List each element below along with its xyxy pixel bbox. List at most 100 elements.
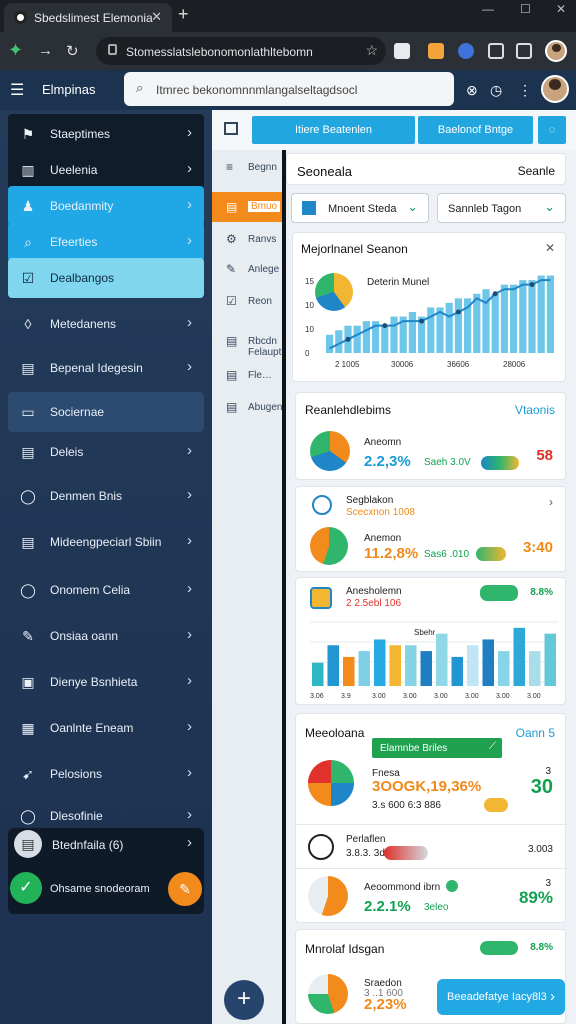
rail-item[interactable]: ≡ Begnn (212, 152, 282, 182)
section-link[interactable]: Vtaonis (515, 403, 555, 417)
bar (510, 284, 518, 353)
browser-tabbar: Sbedslimest Elemonia ✕ + — ☐ ✕ (0, 0, 576, 32)
bar (513, 627, 525, 686)
clock-icon[interactable]: ◷ (490, 82, 502, 99)
sidebar-item-dealbangos[interactable]: ☑ Dealbangos (8, 258, 204, 298)
sidebar-item-label: Onomem Celia (50, 583, 131, 597)
bar-chart: 3.06 3.9 3.00 3.00 3.00 3.00 3.00 3.00 (310, 621, 558, 700)
sidebar-item-onomem-celia[interactable]: ◯ Onomem Celia › (8, 570, 204, 610)
rail-item[interactable]: ✎ Anlege (212, 254, 282, 284)
browser-tab[interactable]: Sbedslimest Elemonia ✕ (4, 3, 172, 32)
profile-avatar[interactable] (545, 40, 567, 62)
sidebar-item-boedanmity[interactable]: ♟ Boedanmity › (8, 186, 204, 226)
chevron-right-icon: › (187, 196, 192, 213)
sidebar-item-bepenal-idegesin[interactable]: ▤ Bepenal Idegesin › (8, 348, 204, 388)
bar (498, 651, 510, 686)
section-card-2: Segblakon Scecxnon 1008 › Anemon 11.2,8%… (295, 486, 566, 572)
rail-item[interactable]: ▤ Rbcdn Felaupt (212, 326, 282, 358)
page-title: Seoneala (297, 164, 352, 179)
chevron-right-icon: › (187, 160, 192, 177)
layout-icon[interactable] (224, 122, 238, 135)
extension-icon[interactable] (428, 43, 444, 59)
rail-item[interactable]: ⚙ Ranvs (212, 224, 282, 254)
bookmark-star-icon[interactable]: ☆ (365, 42, 378, 59)
close-icon[interactable]: ✕ (545, 241, 555, 255)
section-link[interactable]: Oann 5 (516, 726, 555, 740)
new-tab-icon[interactable]: + (178, 4, 189, 25)
sidebar-item-onsiaa-oann[interactable]: ✎ Onsiaa oann › (8, 616, 204, 656)
row-sub: 3 ..1 600 (364, 988, 403, 999)
section-filter-pill[interactable]: Elamnbe Briles ⟋ (372, 738, 502, 758)
chevron-right-icon: › (187, 442, 192, 459)
line-point (492, 291, 498, 297)
chevron-right-icon[interactable]: › (549, 495, 553, 509)
sidebar-item-efeerties[interactable]: ⌕ Efeerties › (8, 222, 204, 262)
sidebar-item-label: Dienye Bsnhieta (50, 675, 138, 689)
row-percent: 11.2,8% (364, 545, 419, 562)
edit-icon[interactable]: ✎ (168, 872, 202, 906)
reload-icon[interactable]: ↻ (66, 42, 79, 60)
add-button[interactable]: + (224, 980, 264, 1020)
toast-button[interactable]: Beeadefatye Iacy8l3 › (437, 979, 565, 1015)
sidebar-item-staeptimes[interactable]: ⚑ Staeptimes › (8, 114, 204, 154)
trend-chart-card: Mejorlnanel Seanon ✕ Deterin Munel 15 10 1… (292, 232, 566, 382)
search-input[interactable]: ⌕ Itmrec bekonomnnmlangalseltagdsocl (124, 72, 454, 106)
toolbar-button-primary[interactable]: Itiere Beatenlen (252, 116, 415, 144)
more-icon[interactable]: ⋮ (518, 82, 532, 99)
sidebar-item-deleis[interactable]: ▤ Deleis › (8, 432, 204, 472)
sidebar-item-label: Boedanmity (50, 199, 114, 213)
address-bar[interactable]: Stomesslatslebonomonlathltebomn ☆ (96, 37, 386, 65)
section-badge: 8.8% (530, 942, 553, 953)
rail-item[interactable]: ▤ Fle… (212, 360, 282, 390)
page-link[interactable]: Seanle (518, 164, 555, 178)
user-avatar[interactable] (541, 75, 569, 103)
row-value: 30 (530, 776, 553, 798)
rail-item[interactable]: ☑ Reon (212, 286, 282, 316)
filter-select-1[interactable]: Mnoent Steda ⌄ (291, 193, 429, 223)
hamburger-menu-icon[interactable]: ☰ (10, 80, 24, 100)
sidebar-item-ueelenia[interactable]: ▥ Ueelenia › (8, 150, 204, 190)
x-tick-label: 3.00 (527, 693, 541, 700)
sidebar-item-mideengpeciarl-sbiin[interactable]: ▤ Mideengpeciarl Sbiin › (8, 522, 204, 562)
sidebar-item-dienye-bsnhieta[interactable]: ▣ Dienye Bsnhieta › (8, 662, 204, 702)
window-maximize-icon[interactable]: ☐ (520, 2, 531, 16)
window-close-icon[interactable]: ✕ (556, 2, 566, 16)
tab-close-icon[interactable]: ✕ (151, 9, 162, 25)
toolbar-button-secondary[interactable]: Baelonof Bntge (418, 116, 533, 144)
rail-item[interactable]: ▤ Abugen (212, 392, 282, 422)
chat-icon[interactable]: ◌ (538, 116, 566, 144)
section-title: Meeoloana (305, 726, 365, 740)
row-name: Anemon (364, 533, 402, 544)
bar (374, 639, 386, 686)
help-icon[interactable]: ⊗ (466, 82, 478, 99)
grid-icon: ▦ (21, 720, 35, 736)
sidebar-item-metedanens[interactable]: ◊ Metedanens › (8, 304, 204, 344)
sidebar-item-sociernae[interactable]: ▭ Sociernae (8, 392, 204, 432)
forward-icon[interactable]: → (38, 42, 53, 59)
chart2-title: Anesholemn (346, 586, 402, 597)
chevron-down-icon: ⌄ (544, 199, 555, 214)
row-name: Aeoommond ibrn (364, 882, 441, 893)
filter-select-2[interactable]: Sannleb Tagon ⌄ (437, 193, 566, 223)
check-circle-icon[interactable]: ✓ (10, 872, 42, 904)
bar (389, 645, 401, 686)
row-sub: 3eleo (424, 902, 449, 913)
extension-icon[interactable] (488, 43, 504, 59)
back-icon[interactable]: ✦ (8, 40, 23, 61)
window-minimize-icon[interactable]: — (482, 2, 494, 16)
line-point (529, 282, 535, 288)
extension-icon[interactable] (516, 43, 532, 59)
sidebar-item-oanlnte-eneam[interactable]: ▦ Oanlnte Eneam › (8, 708, 204, 748)
extension-icon[interactable] (458, 43, 474, 59)
sidebar-item-pelosions[interactable]: ➹ Pelosions › (8, 754, 204, 794)
chart-icon: ▥ (21, 162, 35, 178)
sidebar-item-footer-top[interactable]: ▤ Btednfaila (6) › (12, 824, 200, 864)
status-pill (476, 547, 506, 561)
bar (519, 280, 527, 353)
bar (381, 325, 389, 353)
sidebar-item-denmen-bnis[interactable]: ◯ Denmen Bnis › (8, 476, 204, 516)
extension-icon[interactable] (394, 43, 410, 59)
sidebar-item-label: Oanlnte Eneam (50, 721, 134, 735)
rail-item[interactable]: ▤ Bmuo (212, 192, 282, 222)
bar (436, 633, 448, 686)
